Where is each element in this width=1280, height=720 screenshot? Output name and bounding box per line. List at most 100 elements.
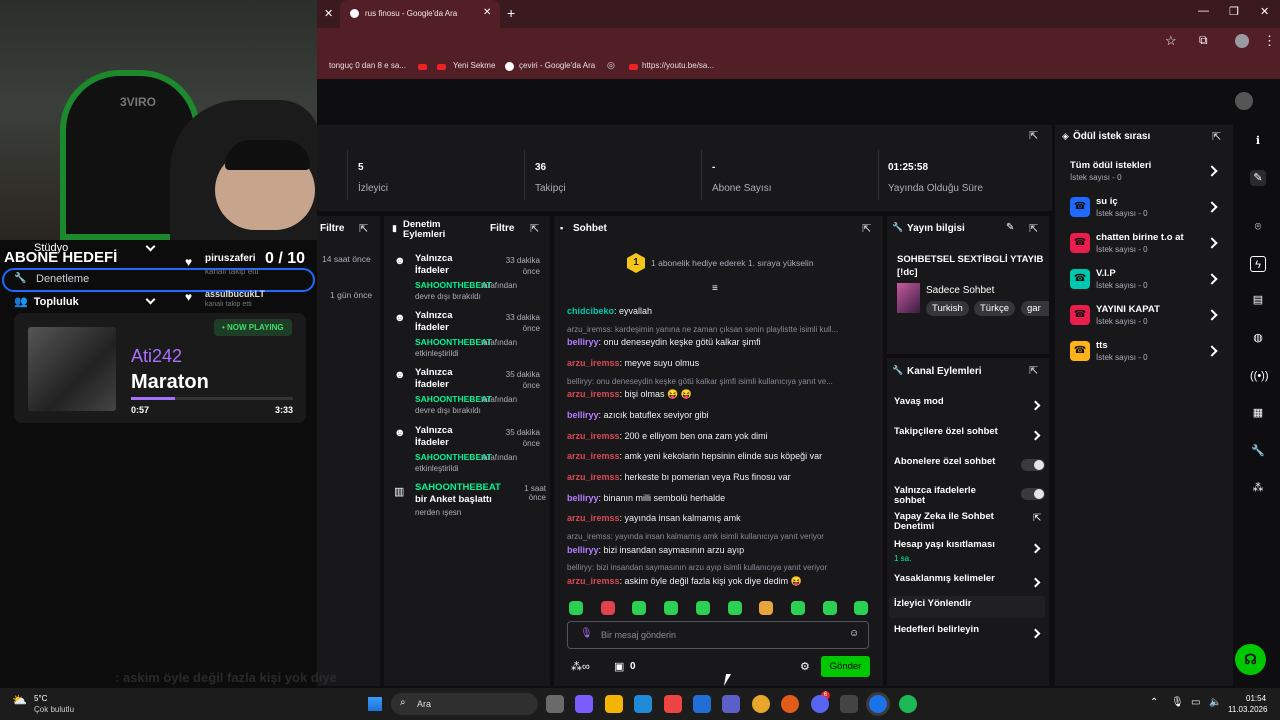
reward-item[interactable]: ☎ YAYINI KAPAT İstek sayısı - 0 [1063,301,1223,333]
mod-action-item[interactable]: ☻ Yalnızca İfadeler 33 dakika önce SAHOONTH… [392,253,544,307]
display-icon[interactable]: ▭ [1191,697,1200,708]
chevron-up-icon[interactable]: ⌃ [1150,697,1158,708]
extensions-icon[interactable]: ⧉ [1199,33,1208,48]
chat-message[interactable]: arzu_iremss: amk yeni kekolarin hepsinin… [567,451,822,461]
chat-message[interactable]: chidcibeko: eyvallah [567,306,652,316]
popout-icon[interactable]: ⇱ [862,222,871,235]
emote-icon[interactable] [569,601,583,615]
bookmark[interactable]: Yeni Sekme [453,61,495,70]
reward-item[interactable]: ☎ chatten birine t.o at İstek sayısı - 0 [1063,229,1223,261]
taskbar-search[interactable]: ⌕ Ara [391,693,538,715]
toggle-switch[interactable] [1021,459,1045,471]
help-button[interactable]: ☊ [1235,644,1266,675]
camera-icon[interactable]: ⌾ [1250,219,1266,235]
bits-icon[interactable]: ⁂∞ [571,660,590,673]
channel-action-item[interactable]: Takipçilere özel sohbet [889,424,1045,446]
document-icon[interactable]: ▤ [1250,292,1266,308]
filter-button[interactable]: Filtre [490,223,514,234]
pin-collapse-icon[interactable]: ≡ [712,283,718,294]
chat-message[interactable]: belliryy: bizi insandan saymasının arzu … [567,545,744,555]
weather-icon[interactable]: ⛅ [12,693,27,707]
emote-icon[interactable] [600,601,615,615]
bookmark[interactable]: çeviri - Google'da Ara [519,61,595,70]
channel-action-item[interactable]: Yavaş mod [889,394,1045,416]
discord-icon[interactable] [810,695,829,713]
nav-item-studio[interactable]: Stüdyo [14,242,68,254]
layout-icon[interactable]: ▦ [1250,405,1266,421]
filter-button[interactable]: Filtre [320,223,344,234]
gift-icon[interactable]: ▣ [614,660,624,673]
chat-username[interactable]: belliryy [567,337,599,347]
profile-avatar[interactable] [1235,34,1249,48]
reward-item[interactable]: ☎ su iç İstek sayısı - 0 [1063,193,1223,225]
chat-message[interactable]: arzu_iremss: meyve suyu olmus [567,358,699,368]
teams-icon[interactable] [722,695,741,713]
channel-action-item[interactable]: Yalnızca ifadelerle sohbet [889,483,1045,506]
popout-icon[interactable]: ⇱ [1029,364,1038,377]
chat-username[interactable]: arzu_iremss [567,389,620,399]
nav-item-community[interactable]: 👥 Topluluk [14,295,79,308]
chat-username[interactable]: arzu_iremss [567,431,620,441]
chat-message[interactable]: arzu_iremss: herkeste bı pomerian veya R… [567,472,791,482]
start-button[interactable] [367,696,382,711]
spotify-icon[interactable] [898,695,917,713]
outlook-icon[interactable] [693,695,711,713]
channel-action-item[interactable]: Hesap yaşı kısıtlaması 1 sa. [889,537,1045,563]
emote-icon[interactable] [695,601,710,615]
chat-message[interactable]: belliryy: azıcık batuflex seviyor gibi [567,410,709,420]
chat-message[interactable]: arzu_iremss: bişi olmas 😝 😝 [567,389,692,400]
chat-message[interactable]: arzu_iremss: yayında insan kalmamış amk [567,513,741,523]
emote-icon[interactable] [632,601,647,615]
chat-username[interactable]: arzu_iremss [567,358,620,368]
chat-username[interactable]: belliryy [567,410,599,420]
chat-message[interactable]: belliryy: binanın milli sembolü herhalde [567,493,725,503]
close-icon[interactable]: ✕ [483,7,491,18]
chat-username[interactable]: arzu_iremss [567,451,620,461]
emote-icon[interactable] [790,601,805,615]
edit-icon[interactable]: ✎ [1006,222,1014,233]
new-tab-button[interactable]: + [507,5,515,21]
edit-icon[interactable]: ✎ [1250,170,1266,186]
channel-action-item[interactable]: Abonelere özel sohbet [889,454,1045,476]
close-window-button[interactable]: ✕ [1260,5,1269,18]
popout-icon[interactable]: ⇱ [1029,129,1038,142]
emote-icon[interactable] [727,601,742,615]
settings-icon[interactable]: ⚙ [800,660,810,673]
maximize-button[interactable]: ❐ [1229,5,1239,18]
close-icon[interactable]: ✕ [324,7,333,20]
popout-icon[interactable]: ⇱ [359,222,368,235]
mod-action-item[interactable]: ☻ Yalnızca İfadeler 35 dakika önce SAHOONTH… [392,425,544,479]
broadcast-icon[interactable]: ((•)) [1250,368,1269,384]
category-name[interactable]: Sadece Sohbet [926,285,994,296]
popout-icon[interactable]: ⇱ [530,222,539,235]
clock-date[interactable]: 11.03.2026 [1228,705,1267,714]
emote-icon[interactable] [822,601,837,615]
store-icon[interactable] [663,695,682,713]
edge-icon[interactable] [634,695,653,713]
popout-icon[interactable]: ⇱ [1029,222,1038,235]
chat-input[interactable]: 🎙 Bir mesaj gönderin ☺ [567,621,869,649]
emoji-icon[interactable]: ☺ [849,628,859,639]
chat-message[interactable]: belliryy: onu deneseydin keşke götü kalk… [567,337,761,347]
channel-action-item[interactable]: Yapay Zeka ile Sohbet Denetimi ⇱ [889,509,1045,532]
menu-icon[interactable]: ⋮ [1263,33,1276,49]
minimize-button[interactable]: — [1198,5,1209,17]
user-avatar[interactable] [1235,92,1253,110]
microphone-icon[interactable]: 🎙 [1171,697,1184,708]
tag-chip[interactable]: Türkçe [974,301,1016,316]
chat-username[interactable]: chidcibeko [567,306,614,316]
chat-message[interactable]: arzu_iremss: askim öyle değil fazla kişi… [567,576,802,587]
chat-username[interactable]: arzu_iremss [567,513,620,523]
channel-action-item[interactable]: Hedefleri belirleyin [889,622,1045,644]
wrench-icon[interactable]: 🔧 [1250,443,1266,459]
emote-icon[interactable] [854,601,869,615]
lightning-icon[interactable]: ϟ [1250,256,1266,272]
mod-action-item[interactable]: ☻ Yalnızca İfadeler 35 dakika önce SAHOONTH… [392,367,544,421]
tab-active[interactable]: rus finosu - Google'da Ara ✕ [340,0,500,28]
clock-time[interactable]: 01:54 [1246,694,1266,703]
bookmark[interactable]: https://youtu.be/sa... [642,61,714,70]
file-explorer-icon[interactable] [604,695,623,713]
community-icon[interactable]: ⁂ [1250,480,1266,496]
emote-icon[interactable] [664,601,679,615]
reward-item[interactable]: ☎ tts İstek sayısı - 0 [1063,337,1223,369]
